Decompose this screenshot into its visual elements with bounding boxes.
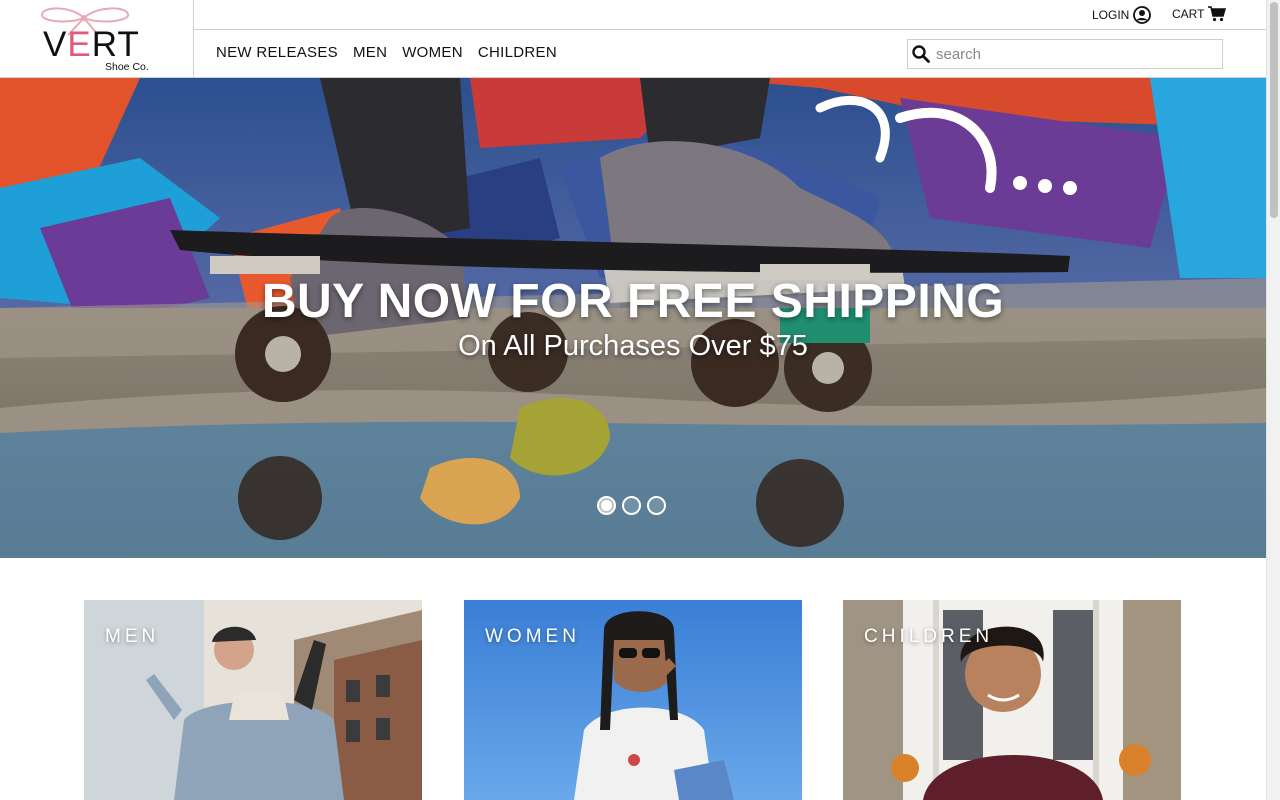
category-label-women: WOMEN xyxy=(485,626,580,647)
carousel-dot-1[interactable] xyxy=(597,496,616,515)
category-card-children[interactable]: CHILDREN xyxy=(843,600,1181,800)
utility-bar: LOGIN CART xyxy=(194,0,1266,30)
search-box xyxy=(907,39,1223,69)
cart-icon xyxy=(1208,6,1227,22)
carousel-dot-3[interactable] xyxy=(647,496,666,515)
nav-men[interactable]: MEN xyxy=(353,44,387,61)
logo-tagline: Shoe Co. xyxy=(105,61,149,73)
cart-link[interactable]: CART xyxy=(1172,6,1227,22)
hero-subtitle: On All Purchases Over $75 xyxy=(458,330,808,362)
login-label: LOGIN xyxy=(1092,8,1130,22)
cart-label: CART xyxy=(1172,7,1205,21)
nav-women[interactable]: WOMEN xyxy=(402,44,463,61)
page-scrollbar[interactable] xyxy=(1266,0,1280,800)
nav-children[interactable]: CHILDREN xyxy=(478,44,557,61)
carousel-dot-2[interactable] xyxy=(622,496,641,515)
category-label-children: CHILDREN xyxy=(864,626,994,647)
hero-title: BUY NOW FOR FREE SHIPPING xyxy=(261,275,1005,328)
user-circle-icon xyxy=(1133,6,1152,24)
site-header: VERT Shoe Co. LOGIN CART NEW RELEASES ME… xyxy=(0,0,1266,78)
search-input[interactable] xyxy=(934,40,1222,68)
hero-carousel[interactable]: BUY NOW FOR FREE SHIPPING On All Purchas… xyxy=(0,78,1266,558)
search-icon[interactable] xyxy=(908,45,934,63)
carousel-indicators xyxy=(597,496,666,515)
scrollbar-thumb[interactable] xyxy=(1270,2,1278,218)
nav-new-releases[interactable]: NEW RELEASES xyxy=(216,44,338,61)
main-nav: NEW RELEASES MEN WOMEN CHILDREN xyxy=(216,44,557,61)
login-link[interactable]: LOGIN xyxy=(1092,6,1152,24)
logo[interactable]: VERT Shoe Co. xyxy=(0,0,194,78)
category-card-women[interactable]: WOMEN xyxy=(464,600,802,800)
category-label-men: MEN xyxy=(105,626,160,647)
category-card-men[interactable]: MEN xyxy=(84,600,422,800)
logo-wordmark: VERT xyxy=(43,25,140,64)
